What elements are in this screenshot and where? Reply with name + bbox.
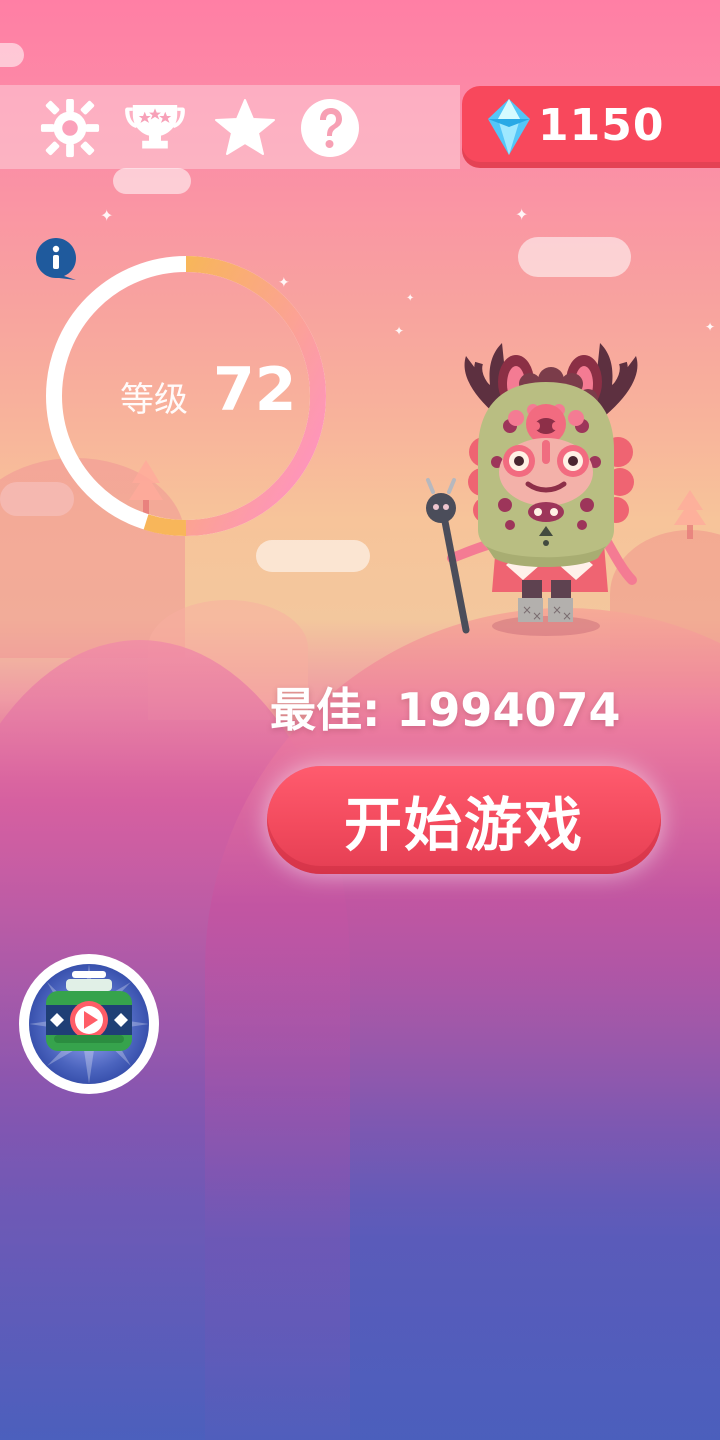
sparkle: ✦ [394,324,405,338]
favorites-button[interactable] [210,93,280,163]
settings-button[interactable] [35,93,105,163]
svg-text:×: × [522,603,532,617]
tree-icon [674,490,706,539]
background-cloud [0,43,24,67]
help-button[interactable] [295,93,365,163]
sparkle: ✦ [705,320,716,334]
gear-icon [40,98,100,158]
start-game-button[interactable]: 开始游戏 [267,766,661,874]
gem-icon [488,99,530,155]
gem-count: 1150 [538,100,665,151]
svg-text:×: × [552,603,562,617]
background-cloud [518,237,631,277]
sparkle: ✦ [100,206,114,225]
star-icon [215,99,275,155]
question-icon [301,99,359,157]
trophy-icon [125,104,185,149]
trophies-button[interactable] [120,93,190,163]
best-score: 最佳: 1994074 [270,674,650,740]
masked-character: × × × × [426,343,638,636]
background-cloud [256,540,370,572]
sparkle: ✦ [515,205,529,224]
sparkle: ✦ [406,293,415,304]
best-score-value: 1994074 [396,683,621,737]
svg-text:×: × [532,609,542,623]
level-label: 等级 [120,380,188,420]
background-cloud [113,168,191,194]
best-score-label: 最佳: [270,683,381,737]
reward-video-button[interactable] [18,953,160,1095]
gem-counter[interactable]: 1150 [462,86,720,168]
svg-text:×: × [562,609,572,623]
level-value: 72 [213,355,297,425]
